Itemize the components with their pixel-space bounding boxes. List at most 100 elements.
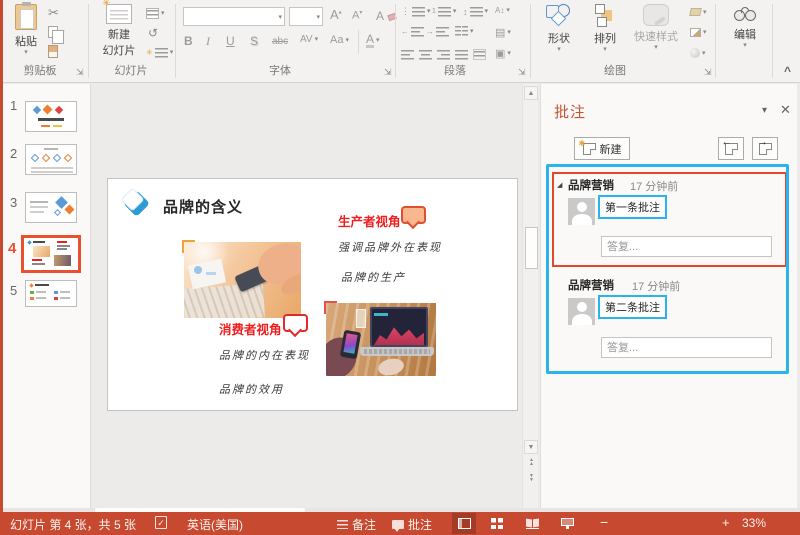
font-color-button[interactable]: A ▾	[366, 33, 380, 48]
previous-comment-button[interactable]: ←	[718, 137, 744, 160]
chevron-down-icon: ▾	[703, 29, 707, 36]
arrange-button[interactable]: 排列 ▾	[584, 4, 626, 64]
spellcheck-button[interactable]: ✓	[155, 515, 167, 529]
underline-button[interactable]: U	[226, 34, 235, 48]
clipboard-dialog-launcher[interactable]: ⇲	[76, 67, 84, 78]
slide-thumbnail-1[interactable]	[25, 101, 77, 132]
slideshow-icon	[560, 518, 574, 529]
group-separator	[88, 4, 89, 78]
scroll-up-button[interactable]: ▲	[524, 86, 538, 100]
decrease-font-size-button[interactable]: A▾	[352, 9, 362, 22]
numbering-button[interactable]: 1 ▾	[432, 6, 456, 17]
editing-button[interactable]: 编辑 ▾	[723, 6, 767, 62]
font-dialog-launcher[interactable]: ⇲	[384, 67, 392, 78]
slide-thumbnail-5[interactable]	[25, 280, 77, 307]
slide-thumbnail-3[interactable]	[25, 192, 77, 223]
slideshow-view-button[interactable]	[555, 513, 579, 534]
previous-slide-button[interactable]: ▲ ▲	[525, 458, 538, 471]
slide-thumbnail-2[interactable]	[25, 144, 77, 175]
zoom-in-button[interactable]: +	[722, 515, 730, 530]
status-language[interactable]: 英语(美国)	[187, 516, 243, 533]
comments-label[interactable]: 批注	[408, 516, 432, 533]
arrange-label: 排列	[594, 33, 616, 45]
cut-button[interactable]: ✂	[48, 6, 59, 19]
clear-formatting-button[interactable]: A	[376, 7, 398, 25]
status-comment-button[interactable]	[392, 518, 404, 532]
producer-line1[interactable]: 强调品牌外在表现	[338, 239, 442, 255]
vertical-scrollbar[interactable]: ▲ ▼ ▲ ▲ ▼ ▼	[522, 84, 538, 508]
zoom-out-button[interactable]: −	[600, 514, 608, 530]
notes-label[interactable]: 备注	[352, 516, 376, 533]
bullets-button[interactable]: ⋮ ▾	[401, 6, 431, 17]
italic-button[interactable]: I	[206, 34, 210, 49]
section-button[interactable]: ✳ ▾	[146, 47, 173, 58]
new-slide-button[interactable]: 新建 幻灯片	[95, 0, 143, 62]
reset-slide-button[interactable]: ↺	[148, 27, 158, 39]
producer-line2[interactable]: 品牌的生产	[341, 269, 406, 285]
notes-button[interactable]	[337, 518, 348, 532]
increase-font-size-button[interactable]: A▴	[330, 7, 342, 22]
scrollbar-thumb[interactable]	[524, 227, 538, 269]
slide-thumbnail-4[interactable]	[21, 235, 81, 273]
font-size-combobox[interactable]: ▾	[289, 7, 323, 26]
strikethrough-button[interactable]: abc	[272, 36, 288, 47]
next-slide-button[interactable]: ▼ ▼	[525, 474, 538, 487]
align-text-button[interactable]: ▤ ▾	[495, 26, 511, 39]
format-painter-button[interactable]	[48, 45, 58, 63]
close-pane-button[interactable]: ✕	[780, 102, 791, 118]
bullets-icon: ⋮	[401, 6, 410, 16]
reading-view-button[interactable]	[520, 513, 544, 534]
line-spacing-button[interactable]: ↕ ▾	[463, 6, 488, 17]
consumer-line1[interactable]: 品牌的内在表现	[219, 347, 310, 363]
photo-laptop-charts[interactable]	[326, 303, 436, 376]
font-up-arrow-icon: ▴	[338, 9, 342, 16]
align-left-button[interactable]	[401, 47, 414, 65]
glass-shape	[356, 309, 366, 328]
slide-sorter-view-button[interactable]	[485, 513, 509, 534]
next-comment-button[interactable]: →	[752, 137, 778, 160]
font-name-combobox[interactable]: ▾	[183, 7, 285, 26]
normal-view-icon	[457, 518, 471, 529]
zoom-percentage[interactable]: 33%	[742, 516, 766, 530]
paste-button[interactable]: 粘贴 ▾	[8, 2, 44, 62]
new-slide-label-line2: 幻灯片	[102, 45, 136, 57]
slide-canvas[interactable]: 品牌的含义 生产者视角 强调品牌外在表现 品牌的生产 消费者视角 品牌的内在表现…	[107, 178, 518, 411]
quick-styles-button[interactable]: 快速样式 ▾	[628, 4, 684, 64]
text-shadow-button[interactable]: S	[250, 34, 258, 48]
drawing-dialog-launcher[interactable]: ⇲	[704, 67, 712, 78]
copy-button[interactable]: ▾	[48, 26, 65, 44]
shape-outline-button[interactable]: ▾	[690, 28, 707, 37]
shape-effects-button[interactable]: ▾	[690, 48, 706, 58]
bold-button[interactable]: B	[184, 34, 193, 48]
chevron-down-icon: ▾	[743, 42, 747, 49]
normal-view-button[interactable]	[452, 513, 476, 534]
slide-layout-button[interactable]: ▾	[146, 8, 165, 19]
slide-title[interactable]: 品牌的含义	[163, 196, 243, 217]
paragraph-dialog-launcher[interactable]: ⇲	[518, 67, 526, 78]
consumer-comment-bubble-icon[interactable]	[283, 314, 308, 332]
consumer-line2[interactable]: 品牌的效用	[219, 381, 284, 397]
increase-indent-button[interactable]: →	[426, 26, 449, 37]
text-direction-button[interactable]: A↕ ▾	[495, 6, 510, 15]
producer-comment-bubble-icon[interactable]	[401, 206, 426, 224]
producer-heading[interactable]: 生产者视角	[338, 211, 401, 230]
pane-options-button[interactable]: ▾	[762, 105, 767, 116]
smartart-button[interactable]: ▣ ▾	[495, 47, 511, 60]
chevron-down-icon: ▾	[654, 44, 658, 51]
font-down-arrow-icon: ▾	[359, 10, 363, 16]
character-spacing-button[interactable]: AV ▾	[300, 34, 318, 45]
decrease-indent-button[interactable]: ←	[401, 26, 424, 37]
columns-button[interactable]: ▾	[455, 26, 474, 37]
shapes-button[interactable]: 形状 ▾	[538, 4, 580, 64]
consumer-heading[interactable]: 消费者视角	[219, 319, 282, 338]
slide-editing-area: 品牌的含义 生产者视角 强调品牌外在表现 品牌的生产 消费者视角 品牌的内在表现…	[92, 84, 522, 508]
change-case-button[interactable]: Aa ▾	[330, 34, 349, 46]
align-text-icon: ▤	[495, 27, 506, 39]
new-comment-button[interactable]: ✱ 新建	[574, 137, 630, 160]
collapse-ribbon-button[interactable]: ^	[784, 64, 791, 78]
photo-hand-with-phone[interactable]	[184, 242, 301, 318]
scroll-down-button[interactable]: ▼	[524, 440, 538, 454]
chevron-down-icon: ▾	[506, 7, 510, 14]
shape-effects-icon	[690, 48, 700, 58]
shape-fill-button[interactable]: ▾	[689, 8, 707, 16]
